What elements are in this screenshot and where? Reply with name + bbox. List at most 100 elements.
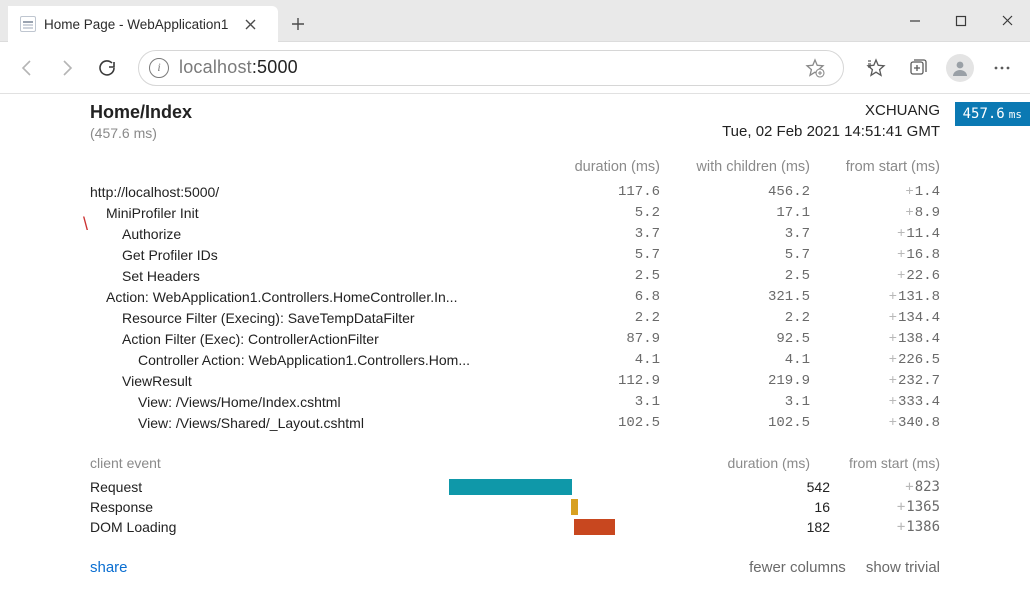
browser-tab[interactable]: Home Page - WebApplication1 — [8, 6, 278, 42]
timing-row[interactable]: Set Headers2.52.5+22.6 — [90, 265, 940, 286]
timing-duration: 102.5 — [540, 415, 660, 431]
panel-footer: share fewer columns show trivial — [90, 559, 940, 576]
timing-label: http://localhost:5000/ — [90, 184, 540, 200]
timing-row[interactable]: Action: WebApplication1.Controllers.Home… — [90, 286, 940, 307]
client-event-duration: 182 — [740, 519, 830, 535]
favorite-star-icon[interactable] — [797, 50, 833, 86]
timing-with-children: 456.2 — [660, 184, 810, 200]
client-event-from-start: +823 — [830, 479, 940, 495]
client-event-bar — [230, 519, 740, 535]
timing-label: Get Profiler IDs — [90, 247, 540, 263]
timings-header: duration (ms) with children (ms) from st… — [90, 157, 940, 181]
client-event-bar — [230, 499, 740, 515]
page-favicon-icon — [20, 16, 36, 32]
timing-row[interactable]: ViewResult112.9219.9+232.7 — [90, 370, 940, 391]
timing-from-start: +11.4 — [810, 226, 940, 242]
timing-from-start: +134.4 — [810, 310, 940, 326]
timing-from-start: +16.8 — [810, 247, 940, 263]
timing-row[interactable]: Action Filter (Exec): ControllerActionFi… — [90, 328, 940, 349]
timing-row[interactable]: http://localhost:5000/117.6456.2+1.4 — [90, 181, 940, 202]
titlebar: Home Page - WebApplication1 — [0, 0, 1030, 42]
client-event-row: Request542+823 — [90, 477, 940, 497]
timing-with-children: 5.7 — [660, 247, 810, 263]
client-event-duration: 542 — [740, 479, 830, 495]
profiler-panel: Home/Index (457.6 ms) XCHUANG Tue, 02 Fe… — [90, 102, 940, 612]
timing-with-children: 3.1 — [660, 394, 810, 410]
client-event-label: Response — [90, 499, 230, 515]
timing-duration: 6.8 — [540, 289, 660, 305]
client-events-header: client event duration (ms) from start (m… — [90, 455, 940, 477]
timing-row[interactable]: Get Profiler IDs5.75.7+16.8 — [90, 244, 940, 265]
url-text: localhost:5000 — [179, 57, 298, 78]
timing-duration: 3.7 — [540, 226, 660, 242]
forward-button[interactable] — [50, 51, 84, 85]
browser-window: Home Page - WebApplication1 — [0, 0, 1030, 612]
timing-label: MiniProfiler Init — [90, 205, 540, 221]
timing-duration: 2.2 — [540, 310, 660, 326]
fewer-columns-link[interactable]: fewer columns — [749, 559, 846, 576]
address-bar[interactable]: i localhost:5000 — [138, 50, 844, 86]
collections-icon[interactable] — [900, 50, 936, 86]
profiler-badge[interactable]: 457.6ms — [955, 102, 1030, 126]
timing-row[interactable]: Resource Filter (Execing): SaveTempDataF… — [90, 307, 940, 328]
timing-duration: 2.5 — [540, 268, 660, 284]
timing-duration: 3.1 — [540, 394, 660, 410]
timing-from-start: +333.4 — [810, 394, 940, 410]
timing-with-children: 321.5 — [660, 289, 810, 305]
timing-with-children: 2.5 — [660, 268, 810, 284]
timing-label: Resource Filter (Execing): SaveTempDataF… — [90, 310, 540, 326]
timing-from-start: +138.4 — [810, 331, 940, 347]
client-event-row: DOM Loading 182+1386 — [90, 517, 940, 537]
page-subtitle: (457.6 ms) — [90, 125, 192, 141]
timing-label: Action Filter (Exec): ControllerActionFi… — [90, 331, 540, 347]
minimize-button[interactable] — [892, 0, 938, 41]
timing-row[interactable]: MiniProfiler Init5.217.1+8.9 — [90, 202, 940, 223]
profile-avatar[interactable] — [942, 50, 978, 86]
browser-toolbar: i localhost:5000 — [0, 42, 1030, 94]
timing-duration: 5.7 — [540, 247, 660, 263]
timing-row[interactable]: View: /Views/Shared/_Layout.cshtml102.51… — [90, 412, 940, 433]
more-menu-icon[interactable] — [984, 50, 1020, 86]
timing-from-start: +131.8 — [810, 289, 940, 305]
timing-duration: 117.6 — [540, 184, 660, 200]
maximize-button[interactable] — [938, 0, 984, 41]
close-window-button[interactable] — [984, 0, 1030, 41]
favorites-hub-icon[interactable] — [858, 50, 894, 86]
timing-with-children: 2.2 — [660, 310, 810, 326]
timing-label: View: /Views/Home/Index.cshtml — [90, 394, 540, 410]
timing-label: Authorize — [90, 226, 540, 242]
timing-duration: 5.2 — [540, 205, 660, 221]
close-tab-button[interactable] — [236, 19, 264, 30]
timing-with-children: 3.7 — [660, 226, 810, 242]
share-link[interactable]: share — [90, 559, 128, 576]
page-title: Home/Index — [90, 102, 192, 123]
new-tab-button[interactable] — [278, 6, 318, 42]
timing-row[interactable]: Authorize3.73.7+11.4 — [90, 223, 940, 244]
col-duration: duration (ms) — [540, 159, 660, 175]
timing-with-children: 92.5 — [660, 331, 810, 347]
background-page-fragment: \ — [83, 214, 88, 235]
site-info-icon[interactable]: i — [149, 58, 169, 78]
timing-row[interactable]: View: /Views/Home/Index.cshtml3.13.1+333… — [90, 391, 940, 412]
client-event-from-start: +1365 — [830, 499, 940, 515]
timing-with-children: 17.1 — [660, 205, 810, 221]
timing-label: Set Headers — [90, 268, 540, 284]
client-event-duration: 16 — [740, 499, 830, 515]
timing-duration: 4.1 — [540, 352, 660, 368]
timing-from-start: +22.6 — [810, 268, 940, 284]
timing-duration: 112.9 — [540, 373, 660, 389]
client-event-from-start: +1386 — [830, 519, 940, 535]
timing-label: Action: WebApplication1.Controllers.Home… — [90, 289, 540, 305]
refresh-button[interactable] — [90, 51, 124, 85]
show-trivial-link[interactable]: show trivial — [866, 559, 940, 576]
panel-header: Home/Index (457.6 ms) XCHUANG Tue, 02 Fe… — [90, 102, 940, 141]
timing-from-start: +226.5 — [810, 352, 940, 368]
timing-with-children: 102.5 — [660, 415, 810, 431]
timing-label: ViewResult — [90, 373, 540, 389]
badge-value: 457.6 — [963, 106, 1005, 122]
timing-row[interactable]: Controller Action: WebApplication1.Contr… — [90, 349, 940, 370]
back-button[interactable] — [10, 51, 44, 85]
timing-from-start: +1.4 — [810, 184, 940, 200]
client-event-label: DOM Loading — [90, 519, 230, 535]
timestamp: Tue, 02 Feb 2021 14:51:41 GMT — [722, 123, 940, 140]
